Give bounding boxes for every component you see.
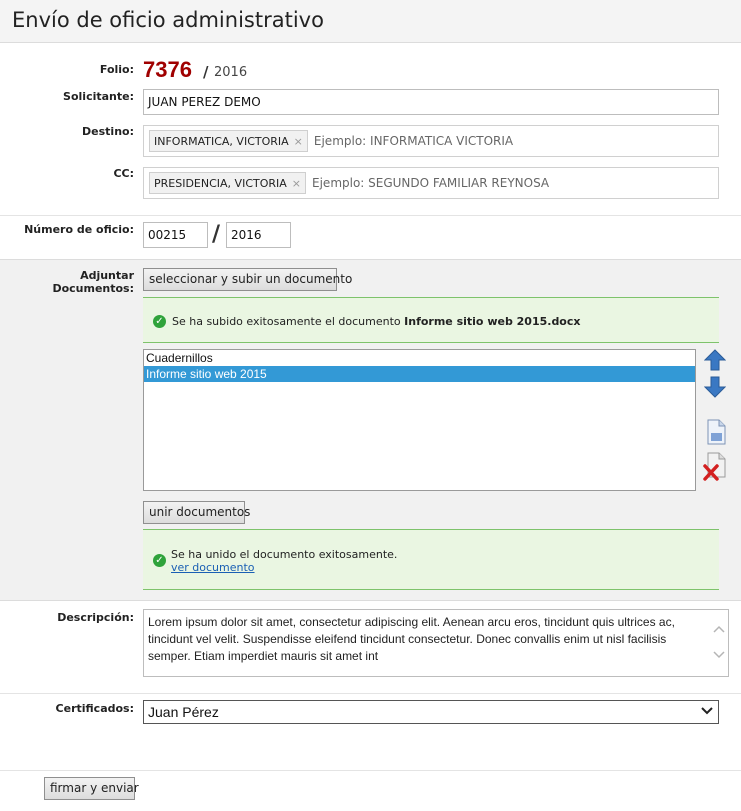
cc-tag-label: PRESIDENCIA, VICTORIA — [154, 176, 287, 190]
numero-oficio-slash: / — [212, 222, 221, 247]
list-item[interactable]: Cuadernillos — [144, 350, 695, 366]
certificados-select[interactable]: Juan Pérez — [143, 700, 719, 724]
arrow-down-icon[interactable] — [704, 376, 726, 398]
check-circle-icon: ✓ — [153, 315, 166, 328]
scroll-down-icon[interactable] — [713, 648, 725, 665]
divider — [0, 693, 741, 694]
folio-slash: / — [203, 63, 209, 81]
scroll-up-icon[interactable] — [713, 622, 725, 639]
cc-placeholder: Ejemplo: SEGUNDO FAMILIAR REYNOSA — [312, 176, 550, 190]
certificados-selected: Juan Pérez — [148, 704, 219, 720]
folio-year: 2016 — [214, 65, 248, 80]
list-item-selected[interactable]: Informe sitio web 2015 — [144, 366, 695, 382]
destino-label: Destino: — [82, 125, 134, 138]
upload-success-prefix: Se ha subido exitosamente el documento — [172, 315, 405, 328]
descripcion-text: Lorem ipsum dolor sit amet, consectetur … — [148, 615, 675, 663]
certificados-label: Certificados: — [55, 702, 134, 715]
numero-oficio-year-field[interactable]: 2016 — [226, 222, 291, 248]
cc-tag-remove-icon[interactable]: × — [292, 177, 301, 190]
merge-documents-button[interactable]: unir documentos — [143, 501, 250, 524]
chevron-down-icon — [700, 703, 714, 722]
adjuntar-label: Adjuntar Documentos: — [52, 269, 134, 295]
destino-tag-remove-icon[interactable]: × — [294, 135, 303, 148]
solicitante-label: Solicitante: — [63, 90, 134, 103]
folio-number: 7376 — [143, 57, 192, 82]
descripcion-textarea[interactable]: Lorem ipsum dolor sit amet, consectetur … — [143, 609, 729, 677]
documents-list[interactable]: Cuadernillos Informe sitio web 2015 — [143, 349, 696, 491]
cc-field[interactable]: PRESIDENCIA, VICTORIA × Ejemplo: SEGUNDO… — [143, 167, 719, 199]
page-title: Envío de oficio administrativo — [12, 8, 324, 32]
merge-success-message: ✓ Se ha unido el documento exitosamente.… — [143, 529, 719, 590]
check-circle-icon: ✓ — [153, 554, 166, 567]
upload-document-button[interactable]: seleccionar y subir un documento — [143, 268, 352, 291]
destino-field[interactable]: INFORMATICA, VICTORIA × Ejemplo: INFORMA… — [143, 125, 719, 157]
solicitante-field[interactable]: JUAN PEREZ DEMO — [143, 89, 719, 115]
numero-oficio-number-field[interactable]: 00215 — [143, 222, 208, 248]
sign-and-send-button[interactable]: firmar y enviar — [44, 777, 139, 800]
folio-label: Folio: — [99, 63, 134, 76]
page-header: Envío de oficio administrativo — [0, 0, 741, 43]
descripcion-label: Descripción: — [57, 611, 134, 624]
arrow-up-icon[interactable] — [704, 349, 726, 371]
merge-success-text: Se ha unido el documento exitosamente. — [171, 548, 398, 561]
numero-oficio-label: Número de oficio: — [24, 223, 134, 236]
destino-tag-label: INFORMATICA, VICTORIA — [154, 134, 289, 148]
upload-success-text: Se ha subido exitosamente el documento I… — [172, 315, 580, 328]
divider — [0, 770, 741, 771]
destino-tag: INFORMATICA, VICTORIA × — [149, 130, 308, 152]
view-document-link[interactable]: ver documento — [171, 561, 255, 574]
delete-document-icon[interactable] — [703, 452, 729, 482]
cc-label: CC: — [113, 167, 134, 180]
destino-placeholder: Ejemplo: INFORMATICA VICTORIA — [313, 134, 514, 148]
upload-success-message: ✓ Se ha subido exitosamente el documento… — [143, 297, 719, 343]
cc-tag: PRESIDENCIA, VICTORIA × — [149, 172, 307, 194]
document-icon[interactable] — [705, 419, 727, 445]
upload-success-document: Informe sitio web 2015.docx — [404, 315, 581, 328]
divider — [0, 215, 741, 216]
